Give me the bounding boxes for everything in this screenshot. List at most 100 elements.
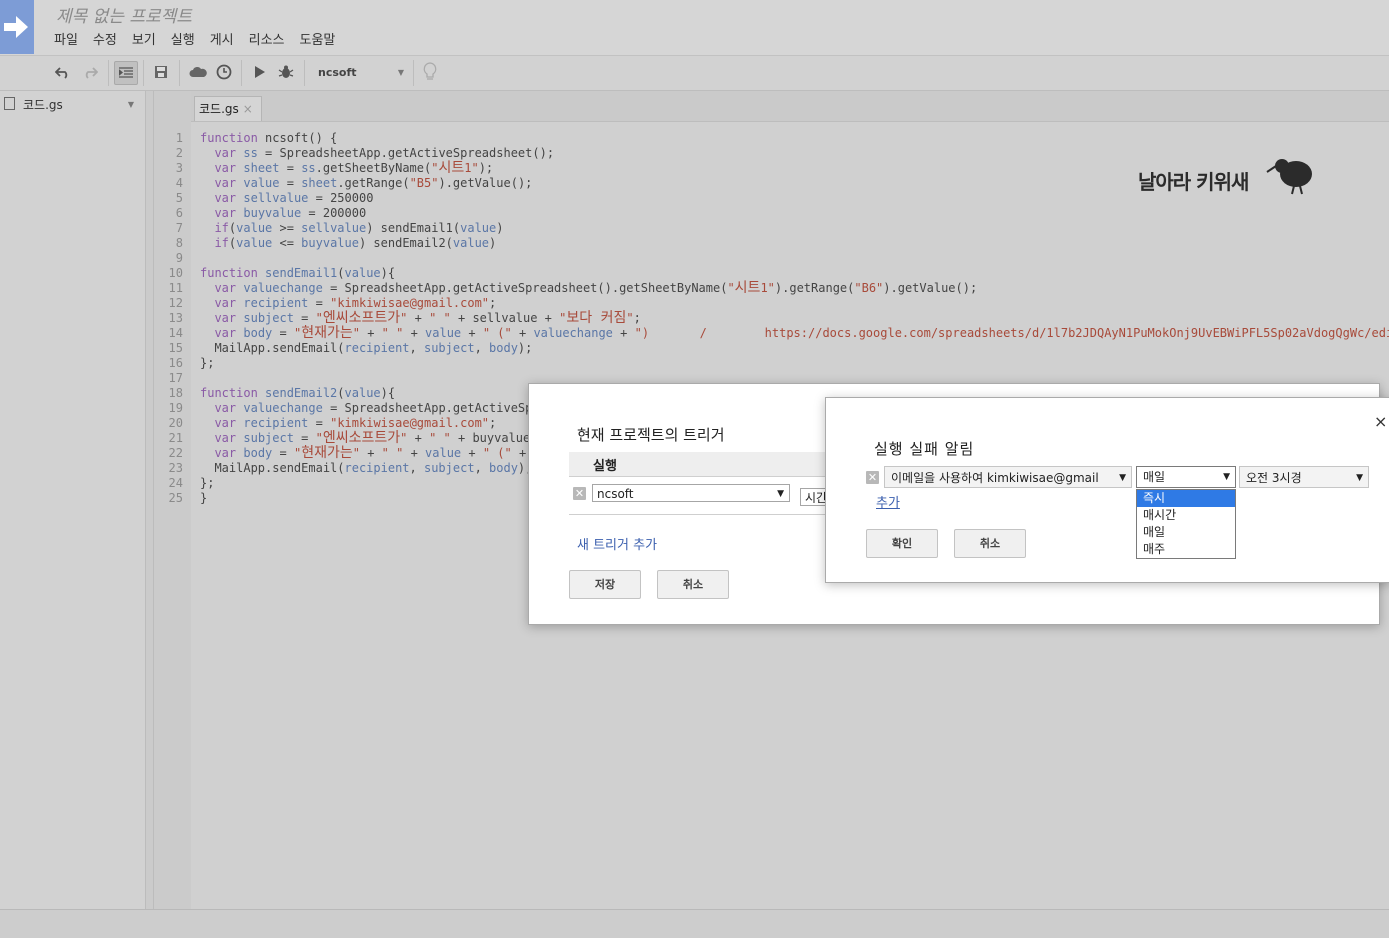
dialog-title: 실행 실패 알림: [874, 440, 975, 458]
trigger-table-header: 실행 이벤: [569, 452, 852, 493]
chevron-down-icon: ▼: [1119, 473, 1126, 483]
menu-publish[interactable]: 게시: [210, 29, 234, 48]
line-number: 20: [168, 416, 183, 430]
dialog-title: 현재 프로젝트의 트리거: [577, 426, 725, 444]
line-number: 2: [175, 146, 183, 160]
toolbar-divider: [108, 60, 109, 86]
menu-view[interactable]: 보기: [132, 29, 156, 48]
toolbar-divider: [241, 60, 242, 86]
line-number: 14: [168, 326, 183, 340]
code-line: var recipient = "kimkiwisae@gmail.com";: [214, 296, 497, 310]
chevron-down-icon: ▼: [1356, 473, 1363, 483]
indent-icon[interactable]: [114, 61, 138, 85]
column-run: 실행: [593, 459, 617, 474]
chevron-down-icon[interactable]: ▼: [128, 95, 134, 115]
tab-code-gs[interactable]: 코드.gs ×: [194, 96, 262, 121]
menu-file[interactable]: 파일: [54, 29, 78, 48]
frequency-dropdown-list: 즉시 매시간 매일 매주: [1136, 489, 1236, 559]
code-line: var body = "현재가는" + " " + value + " (" +…: [214, 325, 1389, 341]
function-select[interactable]: ncsoft ▼: [312, 62, 408, 84]
line-number: 12: [168, 296, 183, 310]
menu-run[interactable]: 실행: [171, 29, 195, 48]
line-number: 6: [175, 206, 183, 220]
undo-icon[interactable]: [52, 61, 74, 83]
toolbar-divider: [304, 60, 305, 86]
code-line: };: [200, 356, 215, 370]
tab-label: 코드.gs: [199, 102, 239, 116]
status-bar: [0, 909, 1389, 938]
chevron-down-icon: ▼: [397, 68, 404, 77]
save-icon[interactable]: [150, 61, 172, 83]
toolbar: ncsoft ▼: [0, 56, 1389, 91]
line-number: 22: [168, 446, 183, 460]
menu-edit[interactable]: 수정: [93, 29, 117, 48]
line-number: 4: [175, 176, 183, 190]
notification-time-select[interactable]: 오전 3시경 ▼: [1239, 466, 1369, 488]
code-line: var buyvalue = 200000: [214, 206, 367, 220]
debug-icon[interactable]: [275, 61, 297, 83]
run-function-select[interactable]: ncsoft ▼: [592, 484, 790, 502]
close-icon[interactable]: ×: [1374, 412, 1387, 431]
project-title[interactable]: 제목 없는 프로젝트: [56, 2, 192, 27]
frequency-select-value: 매일: [1143, 470, 1166, 484]
delete-trigger-icon[interactable]: ✕: [573, 487, 586, 500]
code-line: function ncsoft() {: [200, 131, 338, 145]
delete-notification-icon[interactable]: ✕: [866, 471, 879, 484]
line-numbers: 1 2 3 4 5 6 7 8 9 10 11 12 13 14 15 16 17 18 19 20 21 22 23 24 2…: [153, 131, 183, 506]
toolbar-divider: [143, 60, 144, 86]
line-number: 17: [168, 371, 183, 385]
notification-frequency-select[interactable]: 매일 ▼: [1136, 466, 1236, 488]
code-line: var subject = "엔씨소프트가" + " " + sellvalue…: [214, 310, 641, 326]
function-select-value: ncsoft: [318, 66, 357, 79]
apps-script-logo[interactable]: [0, 0, 34, 54]
line-number: 23: [168, 461, 183, 475]
clock-icon[interactable]: [213, 61, 235, 83]
notification-email-select[interactable]: 이메일을 사용하여 kimkiwisae@gmail ▼: [884, 466, 1132, 488]
cloud-icon[interactable]: [187, 61, 209, 83]
line-number: 24: [168, 476, 183, 490]
save-button[interactable]: 저장: [569, 570, 641, 599]
code-line: MailApp.sendEmail(recipient, subject, bo…: [200, 341, 533, 355]
line-number: 13: [168, 311, 183, 325]
frequency-option-weekly[interactable]: 매주: [1137, 541, 1235, 558]
line-number: 7: [175, 221, 183, 235]
line-number: 1: [175, 131, 183, 145]
frequency-option-daily[interactable]: 매일: [1137, 524, 1235, 541]
ok-button[interactable]: 확인: [866, 529, 938, 558]
document-icon: [4, 97, 15, 110]
line-number: 19: [168, 401, 183, 415]
line-number: 16: [168, 356, 183, 370]
file-item-code-gs[interactable]: 코드.gs ▼: [4, 95, 136, 115]
code-line: if(value <= buyvalue) sendEmail2(value): [214, 236, 497, 250]
frequency-option-immediately[interactable]: 즉시: [1137, 490, 1235, 507]
frequency-option-hourly[interactable]: 매시간: [1137, 507, 1235, 524]
menu-bar: 파일 수정 보기 실행 게시 리소스 도움말: [54, 29, 350, 48]
trigger-row: ✕ ncsoft ▼: [569, 480, 839, 515]
line-number: 8: [175, 236, 183, 250]
run-function-value: ncsoft: [597, 487, 634, 501]
cancel-button[interactable]: 취소: [657, 570, 729, 599]
menu-help[interactable]: 도움말: [300, 29, 336, 48]
time-select-value: 오전 3시경: [1246, 471, 1302, 485]
toolbar-divider: [179, 60, 180, 86]
menu-resources[interactable]: 리소스: [249, 29, 285, 48]
brand-watermark: 날아라 키위새: [1138, 152, 1318, 200]
cancel-button[interactable]: 취소: [954, 529, 1026, 558]
line-number: 10: [168, 266, 183, 280]
lightbulb-icon[interactable]: [419, 61, 441, 83]
chevron-down-icon: ▼: [777, 489, 784, 499]
run-icon[interactable]: [249, 61, 271, 83]
arrow-right-icon: [4, 16, 28, 38]
chevron-down-icon: ▼: [1223, 472, 1230, 482]
add-notification-link[interactable]: 추가: [876, 492, 900, 511]
sidebar-splitter[interactable]: [146, 91, 153, 909]
line-number: 25: [168, 491, 183, 505]
redo-icon[interactable]: [79, 61, 101, 83]
email-select-value: 이메일을 사용하여 kimkiwisae@gmail: [891, 471, 1099, 485]
line-number: 15: [168, 341, 183, 355]
line-number: 11: [168, 281, 183, 295]
close-icon[interactable]: ×: [243, 102, 253, 116]
toolbar-divider: [413, 60, 414, 86]
add-new-trigger-link[interactable]: 새 트리거 추가: [577, 534, 657, 553]
event-source-value: 시간: [805, 491, 828, 505]
